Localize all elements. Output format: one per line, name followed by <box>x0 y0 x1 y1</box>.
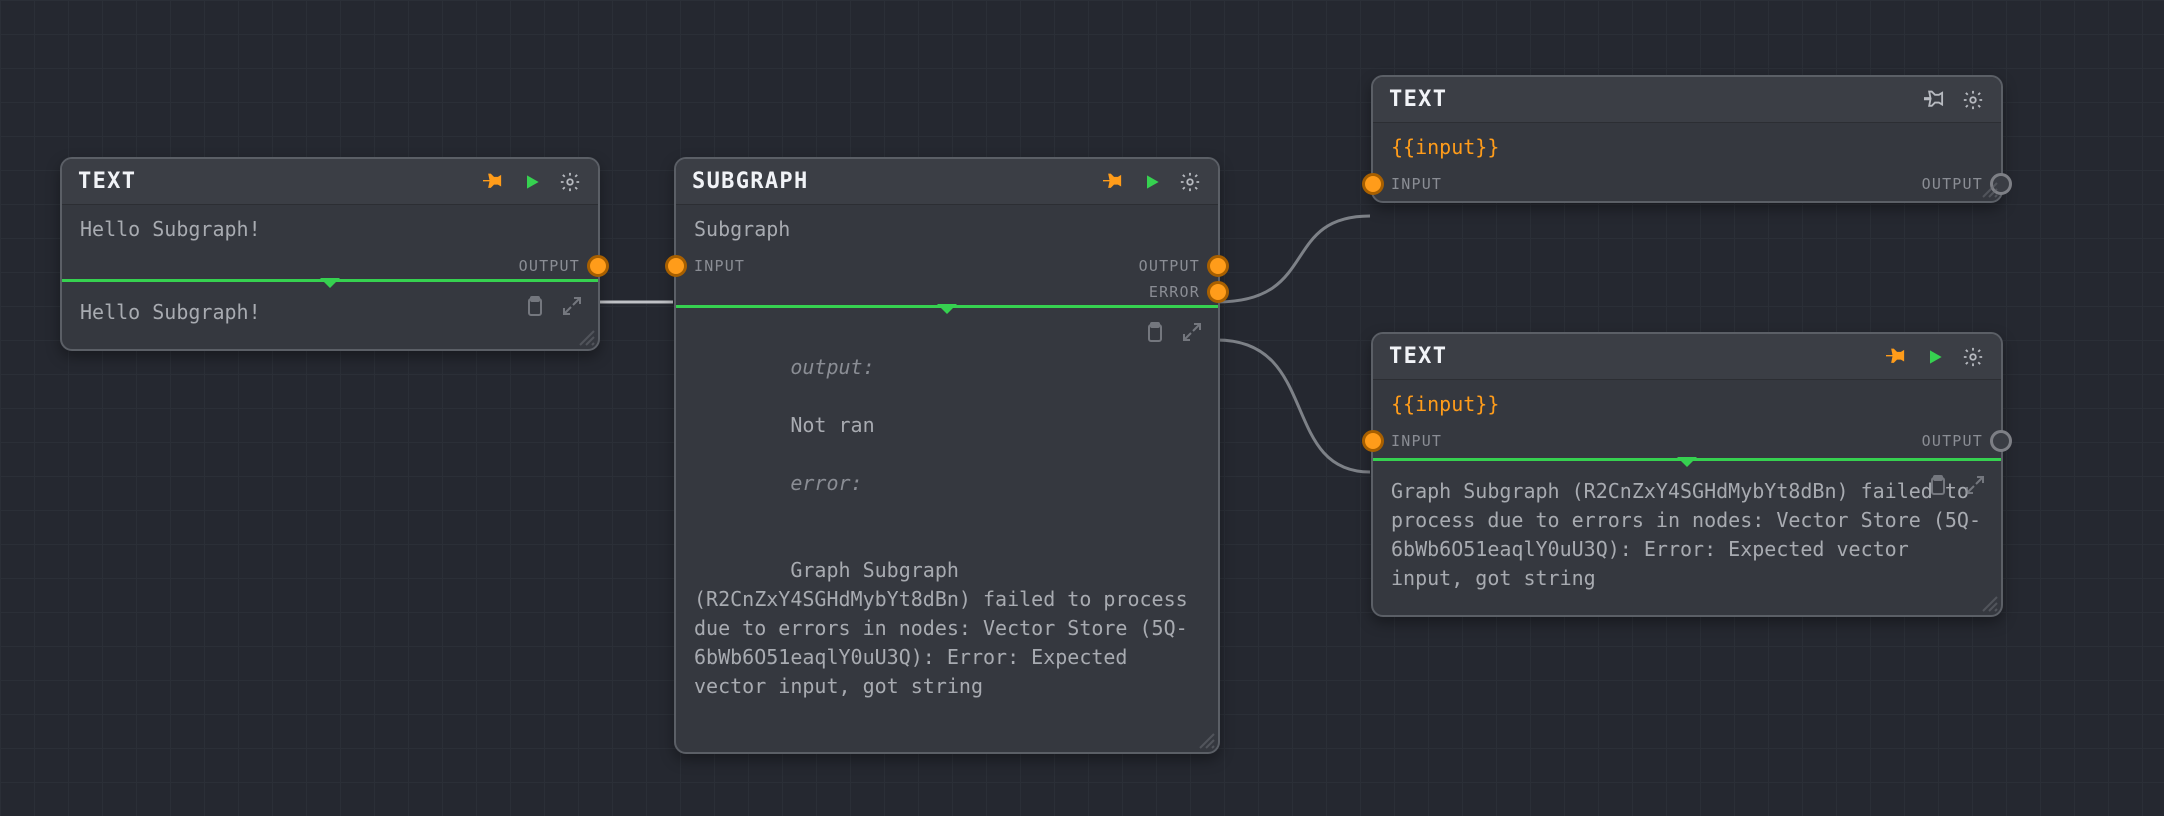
clipboard-icon[interactable] <box>1142 320 1166 344</box>
node-text-2[interactable]: TEXT {{input}} INPUT OUTPUT <box>1371 75 2003 203</box>
port-label-output: OUTPUT <box>1922 432 1983 450</box>
pin-icon[interactable] <box>1885 345 1909 369</box>
node-header[interactable]: TEXT <box>1373 334 2001 380</box>
resize-handle[interactable] <box>1981 595 1999 613</box>
node-title: TEXT <box>78 169 136 194</box>
port-dot[interactable] <box>587 255 609 277</box>
port-label-output: OUTPUT <box>519 257 580 275</box>
error-port[interactable]: ERROR <box>676 279 1218 305</box>
pin-icon[interactable] <box>1102 170 1126 194</box>
port-label-output: OUTPUT <box>1139 257 1200 275</box>
input-port[interactable]: INPUT <box>1373 428 1460 454</box>
node-title: TEXT <box>1389 344 1447 369</box>
node-output-panel: output: Not ran error: Graph Subgraph (R… <box>676 308 1218 752</box>
node-result-block: output: Not ran error: Graph Subgraph (R… <box>694 324 1200 730</box>
input-port[interactable]: INPUT <box>1373 171 1460 197</box>
expand-icon[interactable] <box>1963 473 1987 497</box>
node-header[interactable]: TEXT <box>62 159 598 205</box>
gear-icon[interactable] <box>1961 345 1985 369</box>
expand-icon[interactable] <box>1180 320 1204 344</box>
output-port[interactable]: OUTPUT <box>1904 428 2001 454</box>
node-body-text: Subgraph <box>676 205 1218 253</box>
port-dot[interactable] <box>1362 430 1384 452</box>
expand-icon[interactable] <box>560 294 584 318</box>
node-body-text: {{input}} <box>1373 123 2001 171</box>
port-dot-open[interactable] <box>1990 430 2012 452</box>
output-port[interactable]: OUTPUT <box>676 253 1218 279</box>
port-label-input: INPUT <box>1391 175 1442 193</box>
play-icon[interactable] <box>1923 345 1947 369</box>
port-label-output: OUTPUT <box>1922 175 1983 193</box>
output-value: Not ran <box>790 413 874 437</box>
port-label-input: INPUT <box>1391 432 1442 450</box>
resize-handle[interactable] <box>1981 181 1999 199</box>
pin-icon[interactable] <box>482 170 506 194</box>
port-dot[interactable] <box>1207 281 1229 303</box>
port-dot[interactable] <box>1362 173 1384 195</box>
error-value: Graph Subgraph (R2CnZxY4SGHdMybYt8dBn) f… <box>694 558 1200 698</box>
port-dot[interactable] <box>1207 255 1229 277</box>
output-port[interactable]: OUTPUT <box>62 253 598 279</box>
node-text-3[interactable]: TEXT {{input}} INPUT OUTPUT <box>1371 332 2003 617</box>
node-result-text: Hello Subgraph! <box>80 298 580 327</box>
node-body-text: Hello Subgraph! <box>62 205 598 253</box>
play-icon[interactable] <box>1140 170 1164 194</box>
node-result-text: Graph Subgraph (R2CnZxY4SGHdMybYt8dBn) f… <box>1391 477 1983 593</box>
canvas[interactable]: TEXT Hello Subgraph! OUTPUT <box>0 0 2164 816</box>
pin-icon[interactable] <box>1923 88 1947 112</box>
clipboard-icon[interactable] <box>1925 473 1949 497</box>
resize-handle[interactable] <box>1198 732 1216 750</box>
port-label-error: ERROR <box>1149 283 1200 301</box>
gear-icon[interactable] <box>1961 88 1985 112</box>
node-body-text: {{input}} <box>1373 380 2001 428</box>
node-header[interactable]: TEXT <box>1373 77 2001 123</box>
node-text-1[interactable]: TEXT Hello Subgraph! OUTPUT <box>60 157 600 351</box>
error-label: error: <box>790 471 862 495</box>
node-subgraph[interactable]: SUBGRAPH Subgraph INPUT OUTPUT <box>674 157 1220 754</box>
node-header[interactable]: SUBGRAPH <box>676 159 1218 205</box>
node-title: TEXT <box>1389 87 1447 112</box>
node-output-panel: Graph Subgraph (R2CnZxY4SGHdMybYt8dBn) f… <box>1373 461 2001 615</box>
node-title: SUBGRAPH <box>692 169 809 194</box>
gear-icon[interactable] <box>558 170 582 194</box>
resize-handle[interactable] <box>578 329 596 347</box>
output-label: output: <box>790 355 874 379</box>
node-output-panel: Hello Subgraph! <box>62 282 598 349</box>
gear-icon[interactable] <box>1178 170 1202 194</box>
clipboard-icon[interactable] <box>522 294 546 318</box>
play-icon[interactable] <box>520 170 544 194</box>
